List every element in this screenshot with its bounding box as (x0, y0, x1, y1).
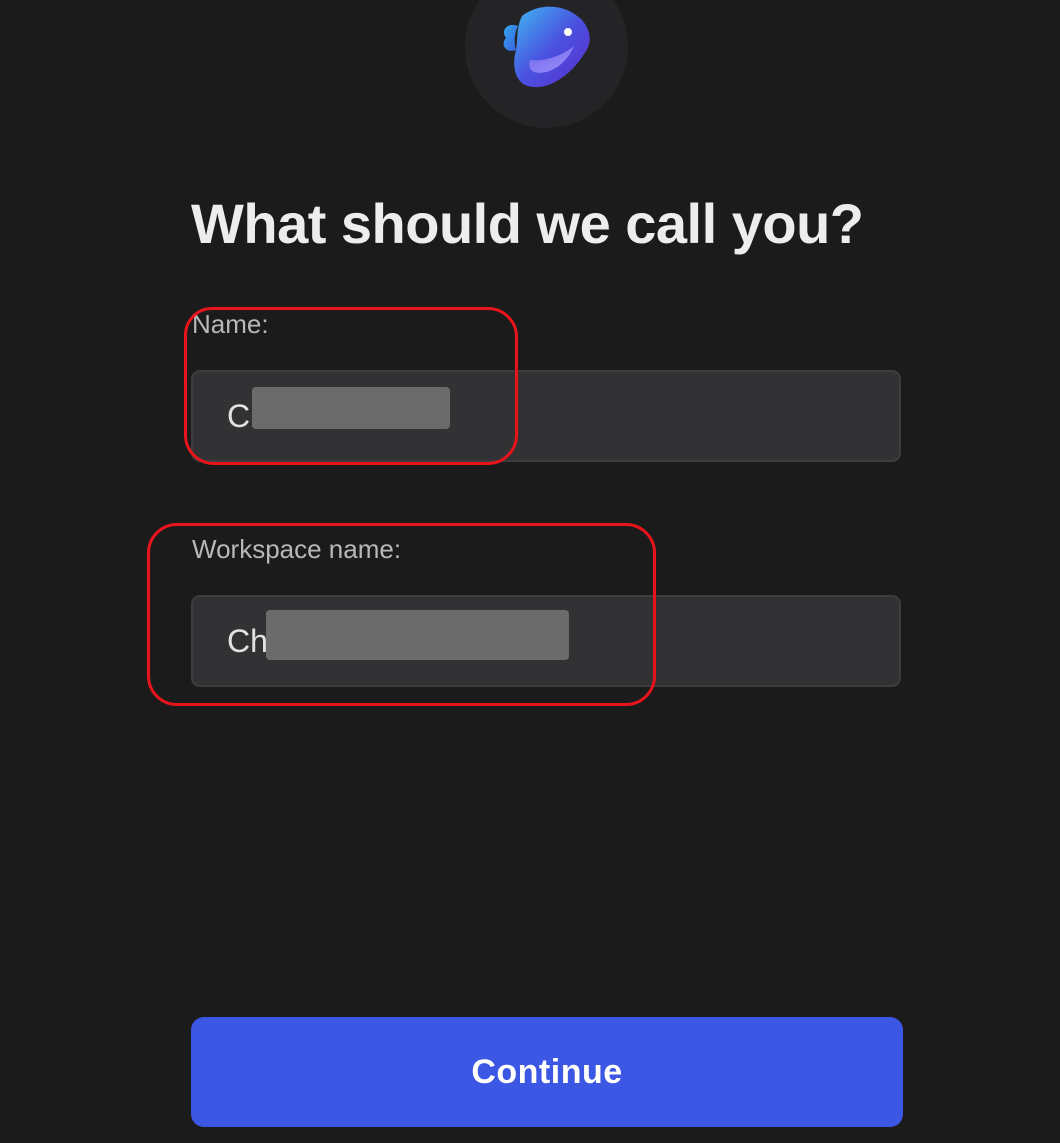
page-title: What should we call you? (191, 192, 864, 255)
name-field-highlight (184, 307, 518, 465)
fish-logo-icon (503, 6, 590, 88)
continue-button[interactable]: Continue (191, 1017, 903, 1127)
workspace-field-highlight (147, 523, 656, 706)
